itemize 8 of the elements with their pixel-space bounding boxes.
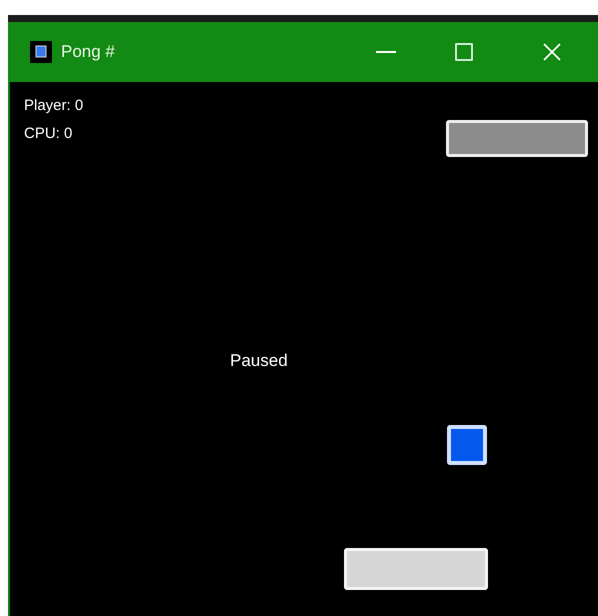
close-icon — [542, 42, 562, 62]
maximize-icon — [455, 43, 473, 61]
score-label: Player: 0 — [24, 96, 84, 116]
window-title: Pong # — [61, 41, 115, 64]
minimize-icon — [376, 51, 396, 53]
app-icon — [30, 41, 52, 63]
score-label: CPU: 0 — [24, 124, 74, 144]
status-text: Paused — [230, 350, 288, 372]
